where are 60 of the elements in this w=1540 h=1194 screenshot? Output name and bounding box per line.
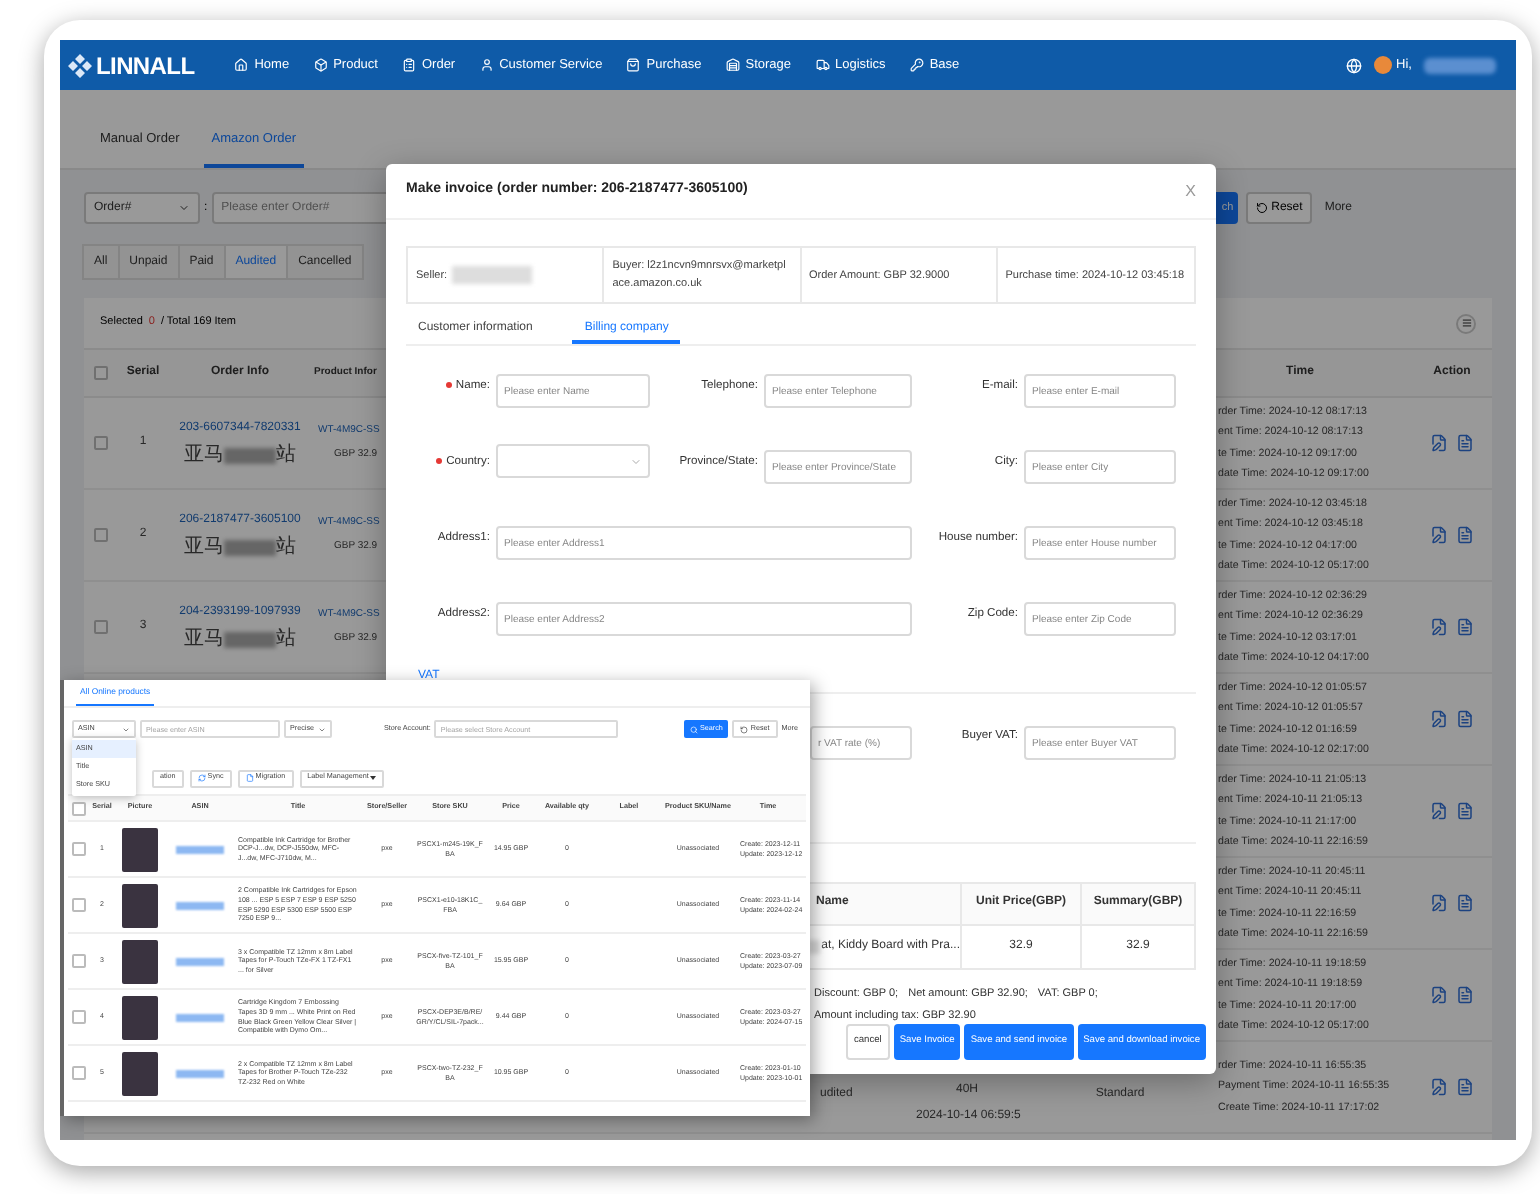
- chevron-down-icon: [630, 455, 642, 468]
- photo-placeholder: [122, 883, 158, 927]
- user-icon: [479, 58, 494, 72]
- store-name: 站: [276, 538, 296, 558]
- checkbox[interactable]: [71, 842, 85, 856]
- document-icon[interactable]: [1456, 894, 1474, 912]
- checkbox[interactable]: [71, 898, 85, 912]
- checkbox[interactable]: [93, 366, 107, 380]
- column-settings-button[interactable]: [1456, 313, 1476, 333]
- photo-placeholder: [122, 827, 158, 871]
- reset-icon: [1255, 202, 1268, 214]
- edit-icon[interactable]: [1430, 1078, 1448, 1096]
- avatar: [1374, 56, 1393, 74]
- store-name: 站: [276, 630, 296, 650]
- checkbox[interactable]: [71, 954, 85, 968]
- search-icon: [690, 725, 699, 733]
- checkbox[interactable]: [71, 1010, 85, 1024]
- store-name: 亚马: [184, 538, 224, 558]
- photo-placeholder: [122, 995, 158, 1039]
- photo-placeholder: [122, 1051, 158, 1095]
- edit-icon[interactable]: [1430, 526, 1448, 544]
- document-icon[interactable]: [1456, 434, 1474, 452]
- warehouse-icon: [725, 58, 740, 72]
- menu-icon: [1461, 318, 1471, 328]
- checkbox[interactable]: [71, 801, 85, 815]
- house-icon: [234, 58, 249, 72]
- file-icon: [245, 774, 254, 782]
- document-icon[interactable]: [1456, 618, 1474, 636]
- store-name: 亚马: [184, 446, 224, 466]
- key-icon: [909, 58, 924, 72]
- bag-icon: [626, 58, 641, 72]
- caret-icon: [370, 776, 377, 780]
- select-field[interactable]: [496, 444, 650, 479]
- edit-icon[interactable]: [1430, 618, 1448, 636]
- photo-placeholder: [122, 939, 158, 983]
- reset-icon: [740, 725, 749, 733]
- checkbox[interactable]: [71, 1066, 85, 1080]
- sync-icon: [197, 774, 206, 782]
- store-name: 亚马: [184, 630, 224, 650]
- edit-icon[interactable]: [1430, 986, 1448, 1004]
- document-icon[interactable]: [1456, 802, 1474, 820]
- edit-icon[interactable]: [1430, 434, 1448, 452]
- document-icon[interactable]: [1456, 710, 1474, 728]
- document-icon[interactable]: [1456, 986, 1474, 1004]
- edit-icon[interactable]: [1430, 894, 1448, 912]
- checkbox[interactable]: [93, 436, 107, 450]
- store-name: 站: [276, 446, 296, 466]
- chevron-down-icon: [178, 202, 190, 214]
- logo-icon: [68, 53, 92, 77]
- document-icon[interactable]: [1456, 1078, 1474, 1096]
- edit-icon[interactable]: [1430, 802, 1448, 820]
- truck-icon: [815, 58, 830, 72]
- globe-icon[interactable]: [1346, 57, 1363, 73]
- logo-text: LINNALL: [96, 49, 195, 83]
- checkbox[interactable]: [93, 620, 107, 634]
- checkbox[interactable]: [93, 528, 107, 542]
- edit-icon[interactable]: [1430, 710, 1448, 728]
- clipboard-icon: [401, 58, 416, 72]
- box-icon: [313, 58, 328, 72]
- document-icon[interactable]: [1456, 526, 1474, 544]
